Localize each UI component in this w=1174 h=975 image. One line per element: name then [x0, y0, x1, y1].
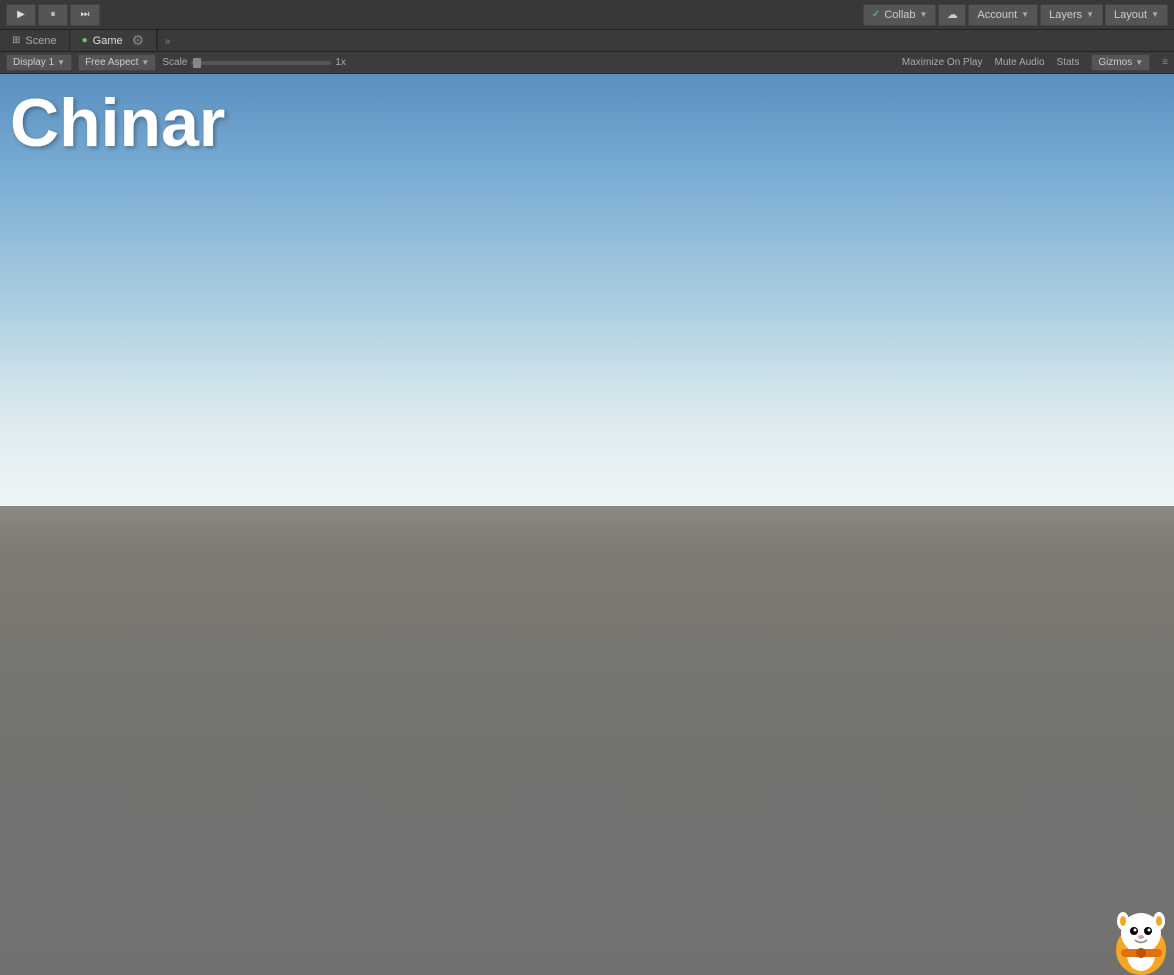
more-tabs-button[interactable]: »: [157, 30, 177, 52]
pause-button[interactable]: ⏸: [38, 4, 68, 26]
step-button[interactable]: ⏭: [70, 4, 100, 26]
account-label: Account: [977, 9, 1017, 21]
scale-text-label: Scale: [162, 57, 187, 68]
display-selector[interactable]: Display 1 ▼: [6, 54, 72, 71]
unity-mascot: [1109, 905, 1174, 975]
tabs-bar: ⊞ Scene ● Game ⚙ »: [0, 30, 1174, 52]
tab-game[interactable]: ● Game ⚙: [70, 30, 158, 51]
layers-button[interactable]: Layers ▼: [1040, 4, 1103, 26]
game-title: Chinar: [10, 84, 225, 162]
game-toolbar: Display 1 ▼ Free Aspect ▼ Scale 1x Maxim…: [0, 52, 1174, 74]
maximize-on-play-label[interactable]: Maximize On Play: [902, 57, 983, 68]
aspect-dropdown-icon: ▼: [141, 58, 149, 67]
playback-controls: ▶ ⏸ ⏭: [6, 4, 100, 26]
collab-button[interactable]: ✓ Collab ▼: [863, 4, 937, 26]
tab-scene[interactable]: ⊞ Scene: [0, 30, 70, 51]
layout-button[interactable]: Layout ▼: [1105, 4, 1168, 26]
scene-tab-icon: ⊞: [12, 35, 20, 46]
display-label: Display 1: [13, 57, 54, 68]
collab-label: Collab: [884, 9, 915, 21]
scale-slider-thumb: [193, 58, 201, 68]
game-toolbar-overflow-icon[interactable]: ≡: [1162, 57, 1168, 68]
play-button[interactable]: ▶: [6, 4, 36, 26]
account-button[interactable]: Account ▼: [968, 4, 1038, 26]
toolbar-right-group: ✓ Collab ▼ ☁ Account ▼ Layers ▼ Layout ▼: [863, 4, 1168, 26]
layers-dropdown-icon: ▼: [1086, 10, 1094, 19]
scale-section: Scale 1x: [162, 57, 346, 68]
game-view: Chinar: [0, 74, 1174, 975]
cloud-button[interactable]: ☁: [938, 4, 966, 26]
scale-slider[interactable]: [191, 61, 331, 65]
gizmos-label: Gizmos: [1098, 57, 1132, 68]
game-toolbar-right: Maximize On Play Mute Audio Stats Gizmos…: [902, 54, 1168, 71]
display-dropdown-icon: ▼: [57, 58, 65, 67]
aspect-selector[interactable]: Free Aspect ▼: [78, 54, 156, 71]
scale-value: 1x: [335, 57, 346, 68]
gizmos-dropdown-icon: ▼: [1135, 58, 1143, 67]
main-toolbar: ▶ ⏸ ⏭ ✓ Collab ▼ ☁ Account ▼ Layers ▼ La…: [0, 0, 1174, 30]
account-dropdown-icon: ▼: [1021, 10, 1029, 19]
collab-dropdown-icon: ▼: [920, 10, 928, 19]
scene-tab-label: Scene: [25, 35, 56, 47]
gizmos-button[interactable]: Gizmos ▼: [1091, 54, 1150, 71]
layout-dropdown-icon: ▼: [1151, 10, 1159, 19]
mascot-svg: [1109, 905, 1174, 975]
layers-label: Layers: [1049, 9, 1082, 21]
collab-check-icon: ✓: [872, 9, 880, 20]
mute-audio-label[interactable]: Mute Audio: [994, 57, 1044, 68]
stats-label[interactable]: Stats: [1057, 57, 1080, 68]
game-tab-icon: ●: [82, 35, 88, 46]
game-tab-settings-icon[interactable]: ⚙: [132, 32, 145, 49]
game-tab-label: Game: [93, 35, 123, 47]
aspect-label: Free Aspect: [85, 57, 138, 68]
cloud-icon: ☁: [947, 8, 958, 21]
ground-background: [0, 506, 1174, 975]
layout-label: Layout: [1114, 9, 1147, 21]
